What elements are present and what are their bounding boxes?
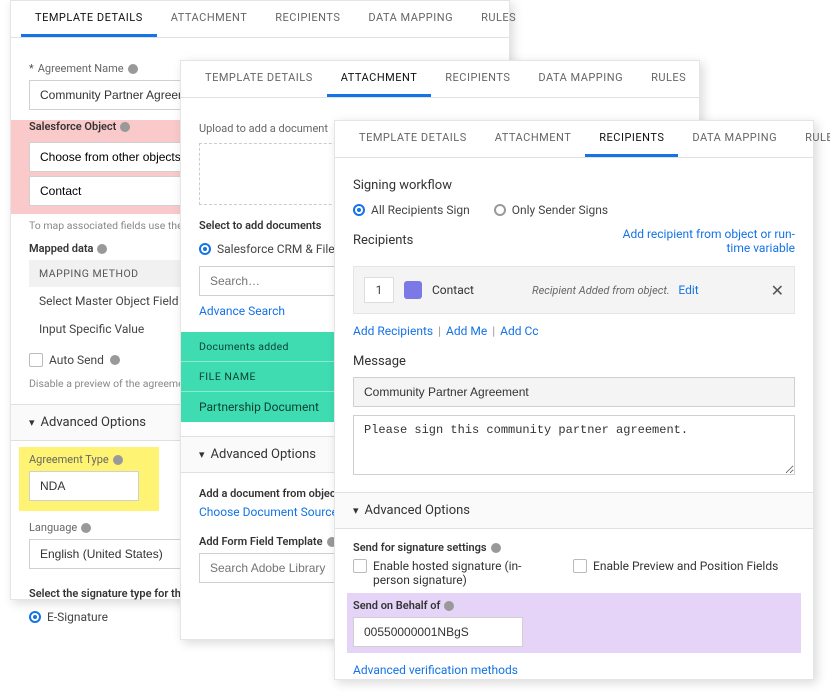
agreement-type-highlight: Agreement Type <box>19 447 159 511</box>
add-me-link[interactable]: Add Me <box>446 324 487 338</box>
e-signature-option: E-Signature <box>47 610 108 624</box>
tab-recipients[interactable]: RECIPIENTS <box>585 121 678 157</box>
tab-template-details[interactable]: TEMPLATE DETAILS <box>191 61 327 97</box>
message-subject-input[interactable] <box>353 377 795 407</box>
all-recipients-option: All Recipients Sign <box>371 203 470 217</box>
tab-bar: TEMPLATE DETAILS ATTACHMENT RECIPIENTS D… <box>335 121 813 158</box>
agreement-type-label: Agreement Type <box>29 453 149 466</box>
tab-rules[interactable]: RULES <box>791 121 830 157</box>
advanced-options-header[interactable]: ▾ Advanced Options <box>335 492 813 529</box>
info-icon <box>128 64 138 74</box>
tab-rules[interactable]: RULES <box>467 1 530 37</box>
message-body-textarea[interactable] <box>353 415 795 475</box>
tab-recipients[interactable]: RECIPIENTS <box>431 61 524 97</box>
preview-fields-checkbox[interactable] <box>573 559 587 573</box>
tab-data-mapping[interactable]: DATA MAPPING <box>524 61 637 97</box>
info-icon <box>444 601 454 611</box>
add-cc-link[interactable]: Add Cc <box>500 324 538 338</box>
e-signature-radio[interactable] <box>29 611 41 623</box>
advanced-search-link[interactable]: Advance Search <box>199 304 285 318</box>
send-on-behalf-input[interactable] <box>353 617 523 647</box>
chevron-down-icon: ▾ <box>353 504 359 517</box>
only-sender-option: Only Sender Signs <box>512 203 608 217</box>
tab-bar: TEMPLATE DETAILS ATTACHMENT RECIPIENTS D… <box>181 61 699 98</box>
auto-send-label: Auto Send <box>49 353 104 367</box>
crm-files-option: Salesforce CRM & Files <box>217 242 341 256</box>
recipient-edit-link[interactable]: Edit <box>678 283 698 297</box>
signing-workflow-label: Signing workflow <box>353 178 795 193</box>
chevron-down-icon: ▾ <box>29 416 35 429</box>
tab-attachment[interactable]: ATTACHMENT <box>481 121 586 157</box>
recipient-type-icon <box>404 281 422 299</box>
recipients-label: Recipients <box>353 233 413 248</box>
agreement-type-input[interactable] <box>29 471 139 501</box>
info-icon <box>97 244 107 254</box>
tab-attachment[interactable]: ATTACHMENT <box>157 1 262 37</box>
tab-recipients[interactable]: RECIPIENTS <box>261 1 354 37</box>
tab-template-details[interactable]: TEMPLATE DETAILS <box>21 1 157 37</box>
add-recipient-object-link[interactable]: Add recipient from object or run-time va… <box>615 227 795 255</box>
info-icon <box>81 523 91 533</box>
chevron-down-icon: ▾ <box>199 448 205 461</box>
send-on-behalf-highlight: Send on Behalf of <box>347 593 801 653</box>
hosted-signature-label: Enable hosted signature (in-person signa… <box>373 559 543 587</box>
recipient-info: Recipient Added from object. Edit <box>532 283 761 297</box>
send-signature-settings-label: Send for signature settings <box>353 541 795 554</box>
add-recipients-link[interactable]: Add Recipients <box>353 324 433 338</box>
advanced-verification-link[interactable]: Advanced verification methods <box>353 663 518 677</box>
auto-send-checkbox[interactable] <box>29 353 43 367</box>
panel-recipients: TEMPLATE DETAILS ATTACHMENT RECIPIENTS D… <box>334 120 814 680</box>
tab-data-mapping[interactable]: DATA MAPPING <box>678 121 791 157</box>
recipient-name: Contact <box>432 283 522 297</box>
choose-document-source-link[interactable]: Choose Document Source <box>199 505 338 519</box>
info-icon <box>491 543 501 553</box>
message-label: Message <box>353 354 795 369</box>
all-recipients-radio[interactable] <box>353 204 365 216</box>
hosted-signature-checkbox[interactable] <box>353 559 367 573</box>
tab-rules[interactable]: RULES <box>637 61 700 97</box>
recipient-order[interactable]: 1 <box>364 277 394 303</box>
info-icon <box>120 122 130 132</box>
tab-data-mapping[interactable]: DATA MAPPING <box>354 1 467 37</box>
preview-fields-label: Enable Preview and Position Fields <box>593 559 778 573</box>
tab-bar: TEMPLATE DETAILS ATTACHMENT RECIPIENTS D… <box>11 1 509 38</box>
crm-files-radio[interactable] <box>199 243 211 255</box>
tab-attachment[interactable]: ATTACHMENT <box>327 61 432 97</box>
info-icon <box>110 355 120 365</box>
tab-template-details[interactable]: TEMPLATE DETAILS <box>345 121 481 157</box>
send-on-behalf-label: Send on Behalf of <box>353 599 795 612</box>
recipient-row: 1 Contact Recipient Added from object. E… <box>353 266 795 314</box>
only-sender-radio[interactable] <box>494 204 506 216</box>
info-icon <box>113 455 123 465</box>
remove-recipient-icon[interactable]: ✕ <box>771 281 784 300</box>
